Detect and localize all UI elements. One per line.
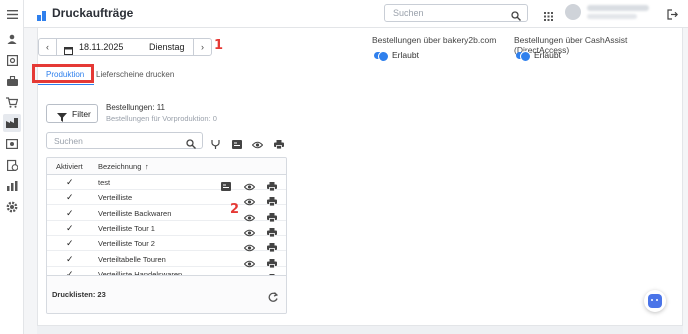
blurred-username (587, 5, 649, 11)
preproduction-orders-count: Bestellungen für Vorproduktion: 0 (106, 114, 217, 123)
table-footer: Drucklisten: 23 (47, 275, 286, 313)
gear-icon[interactable] (5, 200, 19, 214)
toggle-cashassist[interactable] (516, 51, 531, 62)
briefcase-icon[interactable] (5, 74, 19, 88)
permission-label-bakery2b: Bestellungen über bakery2b.com (372, 35, 497, 45)
print-lists-table: Aktiviert Bezeichnung ↑ ✓ test ✓ Verteillis… (46, 157, 287, 314)
table-row[interactable]: ✓ Verteilliste Tour 2 (47, 236, 286, 253)
search-placeholder: Suchen (393, 8, 424, 18)
main-panel: ‹ 18.11.2025 Dienstag › 1 Bestellungen ü… (32, 28, 683, 326)
printer-icon[interactable] (274, 136, 284, 154)
cash-icon[interactable] (5, 137, 19, 151)
table-row[interactable]: ✓ Verteilliste Backwaren (47, 206, 286, 222)
previous-day-button[interactable]: ‹ (39, 39, 57, 55)
table-header: Aktiviert Bezeichnung ↑ (47, 158, 286, 175)
toggle-bakery2b[interactable] (374, 51, 389, 62)
active-checkmark-icon[interactable]: ✓ (66, 254, 74, 265)
bar-chart-icon[interactable] (5, 179, 19, 193)
active-checkmark-icon[interactable]: ✓ (66, 238, 74, 249)
logout-icon[interactable] (667, 7, 679, 25)
user-icon[interactable] (5, 32, 19, 46)
filter-label: Filter (72, 109, 91, 119)
table-row[interactable]: ✓ Verteiltabelle Touren (47, 252, 286, 268)
blurred-user-role (587, 14, 637, 19)
menu-icon[interactable] (5, 7, 19, 21)
next-day-button[interactable]: › (193, 39, 211, 55)
column-header-name[interactable]: Bezeichnung (98, 162, 141, 171)
clipboard-clock-icon[interactable] (5, 158, 19, 172)
refresh-icon[interactable] (268, 289, 279, 307)
search-icon[interactable] (186, 136, 196, 154)
print-list-name: Verteilliste Tour 1 (98, 223, 155, 233)
active-checkmark-icon[interactable]: ✓ (66, 177, 74, 188)
search-icon[interactable] (511, 8, 521, 26)
filter-button[interactable]: Filter (46, 104, 98, 123)
column-header-active[interactable]: Aktiviert (56, 162, 83, 171)
table-row[interactable]: ✓ Verteilliste Tour 1 (47, 221, 286, 238)
apps-grid-icon[interactable] (544, 8, 553, 26)
sidebar (0, 0, 24, 334)
print-lists-count: Drucklisten: 23 (52, 290, 106, 299)
top-bar: Druckaufträge Suchen (24, 0, 688, 28)
print-list-name: Verteiltabelle Touren (98, 254, 166, 264)
date-field[interactable]: 18.11.2025 (79, 42, 123, 52)
print-list-name: test (98, 178, 111, 187)
chat-bot-icon (648, 294, 662, 308)
cart-icon[interactable] (5, 95, 19, 109)
app-logo-icon (37, 8, 47, 21)
orders-count: Bestellungen: 11 (106, 103, 166, 112)
table-row[interactable]: ✓ Verteilliste (47, 190, 286, 207)
active-checkmark-icon[interactable]: ✓ (66, 208, 74, 219)
print-list-name: Verteilliste Backwaren (98, 208, 172, 218)
list-search-placeholder: Suchen (54, 136, 83, 146)
chat-support-button[interactable] (644, 290, 666, 312)
toggle-label-cashassist: Erlaubt (534, 50, 561, 60)
annotation-number-1: 1 (214, 38, 224, 53)
date-navigator: ‹ 18.11.2025 Dienstag › (38, 38, 212, 56)
table-row[interactable]: ✓ test (47, 175, 286, 192)
document-icon[interactable] (232, 136, 242, 154)
sort-ascending-icon[interactable]: ↑ (145, 162, 149, 171)
tab-lieferscheine[interactable]: Lieferscheine drucken (96, 70, 174, 79)
global-search-input[interactable]: Suchen (384, 4, 528, 22)
list-search-input[interactable]: Suchen (46, 132, 203, 149)
active-checkmark-icon[interactable]: ✓ (66, 192, 74, 203)
weekday-label: Dienstag (149, 42, 185, 52)
target-icon[interactable] (5, 53, 19, 67)
filter-icon (57, 109, 67, 127)
calendar-icon[interactable] (64, 42, 73, 60)
page-title: Druckaufträge (52, 6, 134, 20)
toggle-label-bakery2b: Erlaubt (392, 50, 419, 60)
merge-icon[interactable] (211, 136, 220, 154)
avatar[interactable] (565, 4, 581, 20)
active-checkmark-icon[interactable]: ✓ (66, 223, 74, 234)
active-tab-indicator (38, 84, 94, 85)
annotation-number-2: 2 (230, 202, 240, 217)
tab-produktion[interactable]: Produktion (46, 70, 84, 79)
page-bottom-strip (37, 326, 683, 334)
print-list-name: Verteilliste Tour 2 (98, 239, 155, 249)
print-list-name: Verteilliste (98, 193, 133, 203)
factory-icon[interactable] (3, 114, 21, 132)
eye-icon[interactable] (251, 136, 264, 154)
